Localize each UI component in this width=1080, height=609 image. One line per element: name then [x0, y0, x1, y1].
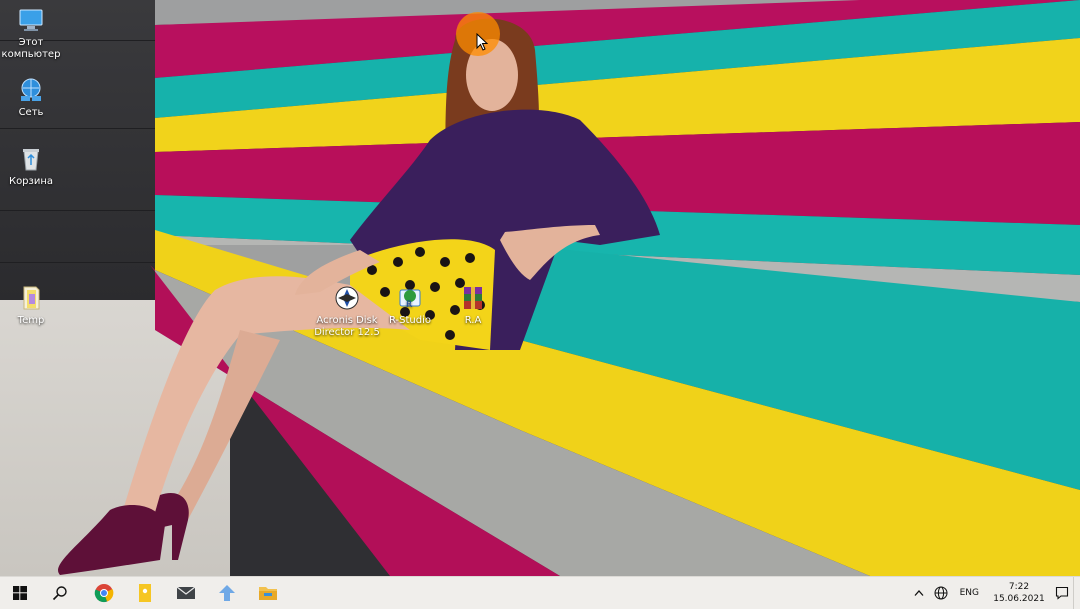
input-language-indicator[interactable]: ENG: [960, 588, 979, 598]
mail-icon: [176, 586, 196, 599]
taskbar-chrome[interactable]: [84, 577, 124, 609]
taskbar-upload-app[interactable]: [207, 577, 247, 609]
acronis-icon: [335, 286, 359, 310]
desktop-icon-label: R-Studio: [388, 315, 431, 326]
globe-icon: [934, 586, 948, 600]
chevron-up-icon: [914, 590, 924, 596]
sticky-note-icon: [139, 584, 151, 602]
network-icon: [21, 78, 41, 101]
start-button[interactable]: [0, 577, 40, 609]
desktop-icon-winrar[interactable]: R.A: [437, 284, 509, 327]
desktop-icon-label: Сеть: [18, 107, 44, 118]
wallpaper-person: [58, 18, 660, 575]
desktop-icon-recycle-bin[interactable]: Корзина: [0, 145, 67, 188]
svg-text:R: R: [406, 300, 412, 310]
clock-date: 15.06.2021: [993, 594, 1045, 604]
desktop-icon-label: Temp: [17, 315, 45, 326]
desktop-icon-label: R.A: [464, 315, 482, 326]
clock[interactable]: 7:22 15.06.2021: [987, 581, 1051, 605]
notification-icon: [1055, 586, 1069, 600]
mouse-cursor-icon: [476, 33, 488, 51]
desktop-icon-network[interactable]: Сеть: [0, 76, 67, 119]
network-status-button[interactable]: [930, 586, 952, 600]
windows-logo-icon: [13, 586, 27, 600]
computer-icon: [19, 9, 43, 31]
show-desktop-button[interactable]: [1073, 577, 1080, 609]
desktop-icon-label: Acronis Disk Director 12.5: [314, 315, 380, 338]
taskbar-notes[interactable]: [125, 577, 165, 609]
chrome-icon: [94, 584, 114, 603]
show-hidden-icons-button[interactable]: [908, 589, 930, 597]
rstudio-icon: R: [399, 289, 421, 310]
search-button[interactable]: [40, 577, 80, 609]
file-explorer-icon: [259, 587, 277, 600]
desktop-icon-this-pc[interactable]: Этот компьютер: [0, 6, 67, 61]
system-tray: ENG 7:22 15.06.2021: [908, 577, 1080, 609]
desktop-icon-label: Этот компьютер: [1, 37, 61, 60]
recycle-bin-icon: [23, 149, 39, 171]
notifications-button[interactable]: [1051, 586, 1073, 600]
desktop-icon-temp[interactable]: Temp: [0, 284, 67, 327]
desktop-icon-acronis[interactable]: Acronis Disk Director 12.5: [311, 284, 383, 339]
clock-time: 7:22: [1008, 582, 1030, 592]
desktop-wallpaper: Этот компьютер Сеть Корзина Temp Acronis…: [0, 0, 1080, 576]
winrar-icon: [464, 287, 482, 309]
folder-icon: [23, 286, 40, 310]
taskbar-mail[interactable]: [166, 577, 206, 609]
desktop-icon-label: Корзина: [8, 176, 54, 187]
taskbar-file-explorer[interactable]: [248, 577, 288, 609]
search-icon: [52, 586, 67, 601]
taskbar: ENG 7:22 15.06.2021: [0, 576, 1080, 609]
desktop-icon-rstudio[interactable]: R R-Studio: [374, 284, 446, 327]
upload-arrow-icon: [219, 585, 235, 601]
